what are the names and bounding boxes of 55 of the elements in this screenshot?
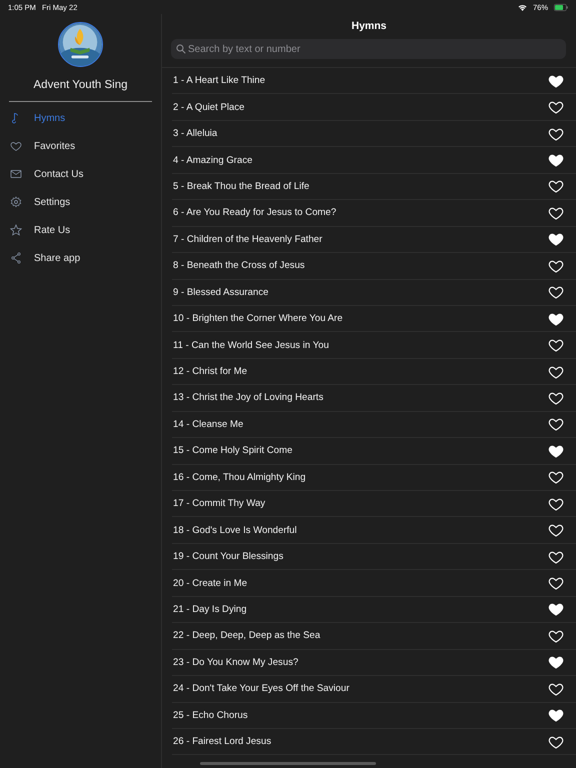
menu-item[interactable]: Hymns xyxy=(0,104,161,132)
hymn-title[interactable]: 24 - Don't Take Your Eyes Off the Saviour xyxy=(173,683,548,694)
app-name: Advent Youth Sing xyxy=(34,79,128,91)
hymn-title[interactable]: 3 - Alleluia xyxy=(173,128,548,140)
favorite-heart-icon[interactable] xyxy=(548,231,564,248)
hymn-title[interactable]: 16 - Come, Thou Almighty King xyxy=(173,472,548,483)
favorite-heart-icon[interactable] xyxy=(548,601,564,618)
hymn-title[interactable]: 25 - Echo Chorus xyxy=(173,710,548,721)
favorite-heart-icon[interactable] xyxy=(548,416,564,432)
favorite-heart-icon[interactable] xyxy=(548,99,564,116)
favorite-heart-icon[interactable] xyxy=(548,654,564,670)
favorite-heart-icon[interactable] xyxy=(548,469,564,486)
menu-item[interactable]: Rate Us xyxy=(0,216,161,244)
favorite-heart-icon[interactable] xyxy=(548,178,564,194)
star-icon xyxy=(10,224,22,236)
heart-icon xyxy=(10,140,22,152)
page-title: Hymns xyxy=(350,19,388,34)
hymn-title[interactable]: 5 - Break Thou the Bread of Life xyxy=(173,180,548,192)
favorite-heart-icon[interactable] xyxy=(548,707,564,724)
hymn-title[interactable]: 14 - Cleanse Me xyxy=(173,418,548,430)
hymn-title[interactable]: 15 - Come Holy Spirit Come xyxy=(173,445,548,456)
menu-item[interactable]: Contact Us xyxy=(0,160,161,188)
menu-item[interactable]: Settings xyxy=(0,188,161,216)
hymn-title[interactable]: 22 - Deep, Deep, Deep as the Sea xyxy=(173,630,548,642)
favorite-heart-icon[interactable] xyxy=(548,575,564,592)
hymn-title[interactable]: 9 - Blessed Assurance xyxy=(173,286,548,298)
hymn-title[interactable]: 6 - Are You Ready for Jesus to Come? xyxy=(173,207,548,218)
hymn-title[interactable]: 2 - A Quiet Place xyxy=(173,102,548,113)
hymn-title[interactable]: 17 - Commit Thy Way xyxy=(173,498,548,510)
hymn-title[interactable]: 21 - Day Is Dying xyxy=(173,604,548,615)
settings-icon xyxy=(10,196,22,208)
menu-item[interactable]: Share app xyxy=(0,244,161,272)
hymn-title[interactable]: 8 - Beneath the Cross of Jesus xyxy=(173,260,548,272)
wifi-icon xyxy=(518,4,527,10)
hymn-title[interactable]: 12 - Christ for Me xyxy=(173,366,548,378)
battery-icon xyxy=(554,4,568,10)
favorite-heart-icon[interactable] xyxy=(548,152,564,168)
hymn-title[interactable]: 13 - Christ the Joy of Loving Hearts xyxy=(173,392,548,404)
menu-item[interactable]: Favorites xyxy=(0,132,161,160)
hymn-title[interactable]: 10 - Brighten the Corner Where You Are xyxy=(173,313,548,324)
hymn-title[interactable]: 1 - A Heart Like Thine xyxy=(173,75,548,86)
hymn-title[interactable]: 11 - Can the World See Jesus in You xyxy=(173,340,548,351)
favorite-heart-icon[interactable] xyxy=(548,284,564,300)
hymn-title[interactable]: 7 - Children of the Heavenly Father xyxy=(173,234,548,245)
hymn-title[interactable]: 19 - Count Your Blessings xyxy=(173,551,548,562)
hymn-title[interactable]: 4 - Amazing Grace xyxy=(173,154,548,166)
favorite-heart-icon[interactable] xyxy=(548,522,564,538)
hymn-title[interactable]: 20 - Create in Me xyxy=(173,578,548,589)
share-icon xyxy=(10,252,22,264)
hymn-title[interactable]: 23 - Do You Know My Jesus? xyxy=(173,656,548,668)
hymn-title[interactable]: 26 - Fairest Lord Jesus xyxy=(173,736,548,748)
hymn-title[interactable]: 18 - God's Love Is Wonderful xyxy=(173,524,548,536)
search-field[interactable]: Search by text or number xyxy=(171,39,566,59)
favorite-heart-icon[interactable] xyxy=(548,337,564,354)
mail-icon xyxy=(10,168,22,180)
